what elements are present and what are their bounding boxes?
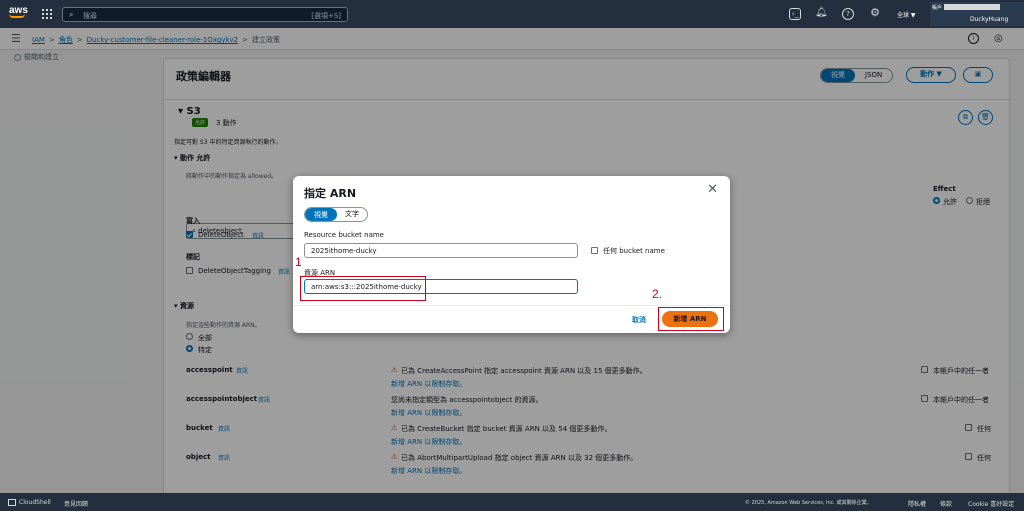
user-name: DuckyHuang (970, 16, 1009, 23)
cloudshell-label: CloudShell (19, 499, 51, 506)
cancel-button[interactable]: 取消 (632, 315, 646, 325)
search-placeholder: 搜尋 (83, 12, 97, 20)
cookie-preferences-link[interactable]: Cookie 喜好設定 (968, 499, 1014, 508)
privacy-link[interactable]: 隱私權 (908, 499, 926, 508)
any-bucket-checkbox[interactable] (591, 247, 598, 254)
account-label: 帳戶 (932, 5, 943, 11)
annotation-box-arn (300, 276, 426, 301)
top-nav-bar: aws ⌕ 搜尋 [選項+S] ›_ 🔔︎ ? ⚙ 全球 ▼ 帳戶 DuckyH… (0, 0, 1024, 28)
bucket-name-label: Resource bucket name (304, 231, 384, 239)
search-input[interactable]: ⌕ 搜尋 [選項+S] (62, 7, 348, 22)
search-shortcut: [選項+S] (311, 12, 341, 20)
modal-divider (293, 305, 730, 306)
modal-tab-visual[interactable]: 視覺 (305, 208, 337, 221)
annotation-number-2: 2. (652, 287, 663, 301)
terms-link[interactable]: 條款 (940, 499, 952, 508)
search-icon: ⌕ (69, 10, 74, 19)
annotation-number-1: 1 (295, 255, 302, 269)
bell-icon[interactable]: 🔔︎ (815, 8, 828, 20)
copyright-text: © 2025, Amazon Web Services, Inc. 或其關係企業… (745, 500, 872, 506)
modal-title: 指定 ARN (304, 187, 357, 200)
aws-logo[interactable]: aws (9, 6, 28, 18)
feedback-link[interactable]: 意見回饋 (64, 499, 88, 508)
gear-icon[interactable]: ⚙ (869, 7, 881, 20)
any-bucket-label: 任何 bucket name (603, 247, 665, 255)
cloudshell-link[interactable]: CloudShell (8, 499, 51, 506)
cloudshell-icon (8, 499, 16, 506)
account-menu[interactable]: 帳戶 DuckyHuang (930, 2, 1024, 26)
close-icon[interactable]: ✕ (707, 182, 718, 197)
annotation-box-add (658, 307, 724, 331)
bucket-name-input[interactable]: 2025ithome-ducky (304, 243, 578, 258)
modal-tab-text[interactable]: 文字 (337, 208, 367, 221)
footer-bar: CloudShell 意見回饋 © 2025, Amazon Web Servi… (0, 493, 1024, 511)
modal-mode-toggle[interactable]: 視覺 文字 (304, 207, 368, 222)
aws-logo-text: aws (9, 5, 28, 16)
services-grid-icon[interactable] (42, 9, 52, 19)
help-icon[interactable]: ? (842, 8, 854, 20)
region-selector[interactable]: 全球 ▼ (897, 10, 916, 19)
cloudshell-icon[interactable]: ›_ (789, 8, 801, 20)
account-id-redacted (944, 4, 1000, 10)
